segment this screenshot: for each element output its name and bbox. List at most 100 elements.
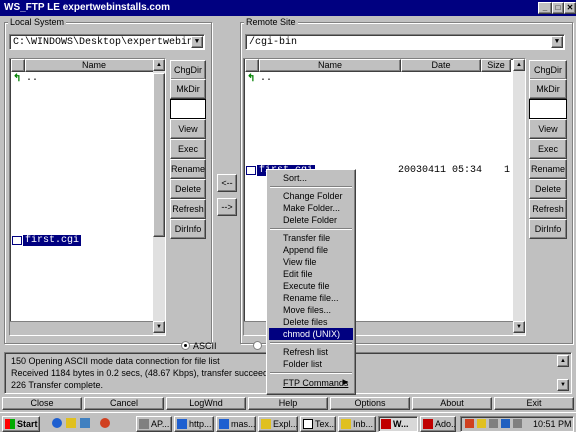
remote-path-combo[interactable]: /cgi-bin ▼ [245, 34, 565, 50]
local-rename-button[interactable]: Rename [170, 159, 206, 179]
desktop-icon[interactable] [80, 418, 90, 428]
remote-file-date: 20030411 05:34 [398, 165, 483, 176]
chevron-down-icon[interactable]: ▼ [191, 36, 203, 48]
menu-item-ftp-commands[interactable]: FTP Commands [269, 377, 353, 389]
minimize-button[interactable]: _ [538, 2, 552, 14]
scroll-down-icon[interactable]: ▼ [513, 321, 525, 333]
local-path-combo[interactable]: C:\WINDOWS\Desktop\expertwebins ▼ [9, 34, 205, 50]
opera-icon[interactable] [100, 418, 110, 428]
remote-refresh-button[interactable]: Refresh [529, 199, 567, 219]
menu-item-folder-list[interactable]: Folder list [269, 358, 353, 370]
task-mas[interactable]: mas... [216, 416, 256, 432]
menu-item-view-file[interactable]: View file [269, 256, 353, 268]
about-button[interactable]: About [412, 397, 492, 410]
local-delete-button[interactable]: Delete [170, 179, 206, 199]
menu-item-move-files[interactable]: Move files... [269, 304, 353, 316]
local-file-list[interactable]: Name ↰ .. first.cgi ▲ ▼ [9, 58, 166, 336]
remote-col-name[interactable]: Name [259, 59, 401, 72]
remote-col-icon[interactable] [245, 59, 259, 72]
logwnd-button[interactable]: LogWnd [166, 397, 246, 410]
menu-item-sort[interactable]: Sort... [269, 172, 353, 184]
ascii-radio[interactable] [181, 341, 190, 350]
local-col-name[interactable]: Name [25, 59, 163, 72]
local-view-button[interactable]: View [170, 119, 206, 139]
scroll-up-icon[interactable]: ▲ [557, 355, 569, 367]
tray-icon[interactable] [513, 419, 522, 428]
local-hscroll[interactable] [10, 321, 153, 335]
menu-item-delete-folder[interactable]: Delete Folder [269, 214, 353, 226]
ie-icon[interactable] [52, 418, 62, 428]
remote-exec-button[interactable]: Exec [529, 139, 567, 159]
local-system-label: Local System [8, 17, 67, 27]
tray-icon[interactable] [477, 419, 486, 428]
menu-item-execute-file[interactable]: Execute file [269, 280, 353, 292]
close-window-button[interactable]: ✕ [564, 2, 576, 14]
local-refresh-button[interactable]: Refresh [170, 199, 206, 219]
outlook-icon[interactable] [66, 418, 76, 428]
task-http[interactable]: http... [174, 416, 214, 432]
remote-dirinfo-button[interactable]: DirInfo [529, 219, 567, 239]
remote-col-size[interactable]: Size [481, 59, 511, 72]
menu-item-chmod[interactable]: chmod (UNIX) [269, 328, 353, 340]
remote-scrollbar[interactable]: ▲ ▼ [513, 59, 525, 335]
transfer-to-remote-button[interactable]: --> [217, 198, 237, 216]
cancel-button[interactable]: Cancel [84, 397, 164, 410]
scroll-down-icon[interactable]: ▼ [153, 321, 165, 333]
remote-rename-button[interactable]: Rename [529, 159, 567, 179]
remote-file-size: 1 [504, 165, 511, 176]
remote-filter-box[interactable] [529, 99, 567, 119]
scroll-down-icon[interactable]: ▼ [557, 379, 569, 391]
menu-item-edit-file[interactable]: Edit file [269, 268, 353, 280]
menu-item-make-folder[interactable]: Make Folder... [269, 202, 353, 214]
task-inb[interactable]: Inb... [338, 416, 376, 432]
local-scrollbar[interactable]: ▲ ▼ [153, 59, 165, 335]
menu-item-transfer-file[interactable]: Transfer file [269, 232, 353, 244]
remote-col-date[interactable]: Date [401, 59, 481, 72]
volume-icon[interactable] [489, 419, 498, 428]
log-line: 150 Opening ASCII mode data connection f… [11, 356, 220, 366]
task-tex[interactable]: Tex... [300, 416, 336, 432]
help-button[interactable]: Help [248, 397, 328, 410]
task-label: Expl... [273, 419, 298, 429]
log-line: 226 Transfer complete. [11, 380, 104, 390]
remote-up-dir-label: .. [260, 73, 273, 84]
local-dirinfo-button[interactable]: DirInfo [170, 219, 206, 239]
tray-icon[interactable] [465, 419, 474, 428]
menu-item-delete-files[interactable]: Delete files [269, 316, 353, 328]
local-filter-box[interactable] [170, 99, 206, 119]
remote-mkdir-button[interactable]: MkDir [529, 79, 567, 99]
exit-button[interactable]: Exit [494, 397, 574, 410]
scroll-thumb[interactable] [153, 73, 165, 237]
task-ap[interactable]: AP... [136, 416, 172, 432]
local-mkdir-button[interactable]: MkDir [170, 79, 206, 99]
local-file-row[interactable]: first.cgi [12, 235, 82, 247]
tray-icon[interactable] [501, 419, 510, 428]
scroll-up-icon[interactable]: ▲ [513, 59, 525, 71]
chevron-down-icon[interactable]: ▼ [551, 36, 563, 48]
menu-item-rename-file[interactable]: Rename file... [269, 292, 353, 304]
remote-chgdir-button[interactable]: ChgDir [529, 60, 567, 80]
maximize-button[interactable]: □ [552, 2, 564, 14]
local-exec-button[interactable]: Exec [170, 139, 206, 159]
remote-delete-button[interactable]: Delete [529, 179, 567, 199]
task-ws-ftp[interactable]: W... [378, 416, 418, 432]
menu-item-append-file[interactable]: Append file [269, 244, 353, 256]
menu-item-refresh-list[interactable]: Refresh list [269, 346, 353, 358]
local-chgdir-button[interactable]: ChgDir [170, 60, 206, 80]
close-button[interactable]: Close [2, 397, 82, 410]
scroll-up-icon[interactable]: ▲ [153, 59, 165, 71]
local-col-icon[interactable] [11, 59, 25, 72]
menu-item-change-folder[interactable]: Change Folder [269, 190, 353, 202]
task-ado[interactable]: Ado... [420, 416, 456, 432]
local-path-value: C:\WINDOWS\Desktop\expertwebins [13, 37, 200, 48]
clock[interactable]: 10:51 PM [533, 419, 572, 429]
transfer-to-local-button[interactable]: <-- [217, 174, 237, 192]
remote-up-dir-row[interactable]: ↰ .. [247, 73, 387, 85]
window-title: WS_FTP LE expertwebinstalls.com [4, 2, 170, 13]
remote-view-button[interactable]: View [529, 119, 567, 139]
local-up-dir-row[interactable]: ↰ .. [13, 73, 153, 85]
options-button[interactable]: Options [330, 397, 410, 410]
task-expl[interactable]: Expl... [258, 416, 298, 432]
binary-radio[interactable] [253, 341, 262, 350]
start-button[interactable]: Start [2, 416, 40, 432]
